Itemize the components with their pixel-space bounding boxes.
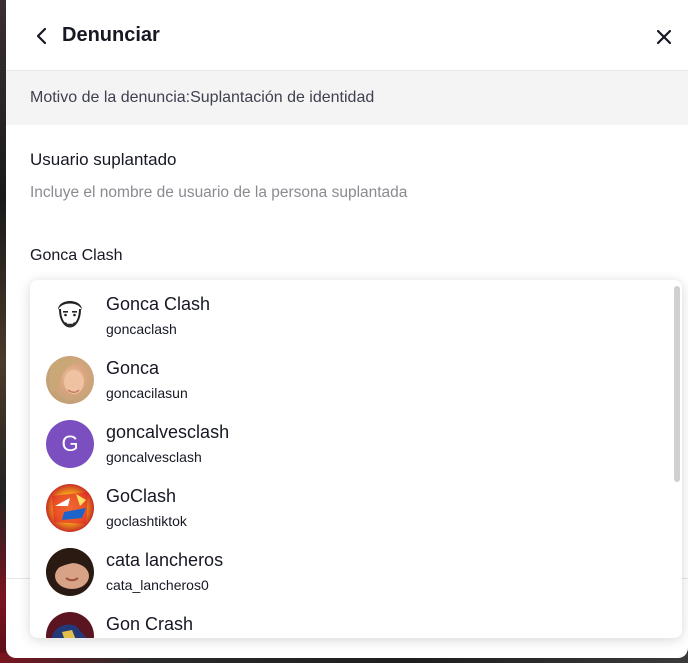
close-button[interactable] <box>652 24 676 50</box>
photo-avatar-icon <box>50 358 84 394</box>
close-icon <box>656 29 672 45</box>
suggestion-name: goncalvesclash <box>106 422 230 442</box>
suggestion-name: Gonca <box>106 358 160 378</box>
username-search-input[interactable] <box>30 244 660 268</box>
modal-title: Denunciar <box>62 24 160 46</box>
suggestion-item[interactable]: cata lancheros cata_lancheros0 <box>30 540 670 604</box>
avatar <box>46 548 94 596</box>
chevron-left-icon <box>36 27 47 45</box>
avatar <box>46 356 94 404</box>
avatar <box>46 484 94 532</box>
suggestion-item[interactable]: GoClash goclashtiktok <box>30 476 670 540</box>
report-reason: Motivo de la denuncia:Suplantación de id… <box>6 71 688 125</box>
modal-header: Denunciar <box>6 0 688 71</box>
suggestion-item[interactable]: Gon Crash <box>30 604 670 638</box>
suggestion-name: cata lancheros <box>106 550 224 570</box>
avatar: G <box>46 420 94 468</box>
back-button[interactable] <box>30 22 54 50</box>
suggestion-name: Gonca Clash <box>106 294 211 314</box>
suggestion-username: goclashtiktok <box>106 513 187 529</box>
suggestion-item[interactable]: Gonca Clash goncaclash <box>30 284 670 348</box>
suggestion-item[interactable]: Gonca goncacilasun <box>30 348 670 412</box>
suggestion-item[interactable]: G goncalvesclash goncalvesclash <box>30 412 670 476</box>
avatar <box>46 612 94 638</box>
report-modal: Denunciar Motivo de la denuncia:Suplanta… <box>6 0 688 658</box>
section-title: Usuario suplantado <box>30 150 177 169</box>
photo-avatar-icon <box>52 624 87 638</box>
photo-avatar-icon <box>46 548 94 589</box>
cartoon-face-avatar-icon <box>58 301 82 328</box>
suggestion-username: goncalvesclash <box>106 449 202 465</box>
avatar-initial: G <box>61 431 79 456</box>
goclash-logo-icon <box>52 492 88 524</box>
suggestion-username: cata_lancheros0 <box>106 577 209 593</box>
suggestion-username: goncaclash <box>106 321 177 337</box>
suggestion-username: goncacilasun <box>106 385 188 401</box>
avatar <box>46 292 94 340</box>
dropdown-scrollbar[interactable] <box>674 286 680 482</box>
suggestion-name: Gon Crash <box>106 614 194 634</box>
suggestion-name: GoClash <box>106 486 177 506</box>
username-suggestions-dropdown: Gonca Clash goncaclash Gonca goncacilasu… <box>30 280 682 638</box>
section-description: Incluye el nombre de usuario de la perso… <box>30 184 408 201</box>
